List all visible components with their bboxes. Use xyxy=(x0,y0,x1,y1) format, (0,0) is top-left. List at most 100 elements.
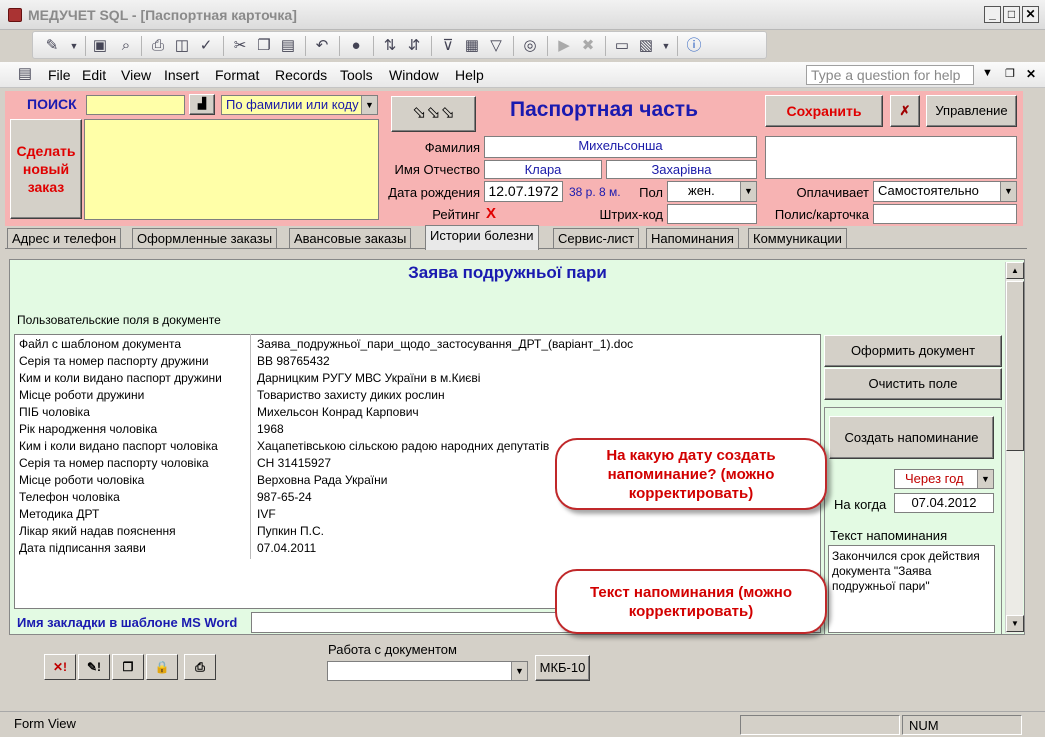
tab-orders[interactable]: Оформленные заказы xyxy=(132,228,278,249)
lock-icon[interactable]: 🔒 xyxy=(146,654,178,680)
file-search-icon[interactable]: ⌕ xyxy=(117,37,135,55)
delete-record-button[interactable]: ✕! xyxy=(44,654,76,680)
when-label: На когда xyxy=(834,497,887,512)
clear-field-button[interactable]: Очистить поле xyxy=(824,368,1002,400)
work-with-document-select[interactable]: ▼ xyxy=(327,661,528,681)
filter-selection-icon[interactable]: ⊽ xyxy=(439,37,457,55)
document-title: Заява подружньої пари xyxy=(408,263,607,282)
barcode-field[interactable] xyxy=(667,204,757,224)
reminder-date-field[interactable]: 07.04.2012 xyxy=(894,493,994,513)
search-mode-select[interactable]: По фамилии или коду ▼ xyxy=(221,95,378,115)
chevron-down-icon[interactable]: ▼ xyxy=(740,182,756,201)
manage-button[interactable]: Управление xyxy=(926,95,1017,127)
view-dropdown-icon[interactable]: ▼ xyxy=(65,37,83,55)
status-cell xyxy=(740,715,900,735)
navigate-arrows-button[interactable]: ⬂⬂⬂ xyxy=(391,96,476,132)
menu-edit[interactable]: Edit xyxy=(82,67,106,83)
cut-icon[interactable]: ✂ xyxy=(231,37,249,55)
notes-field[interactable] xyxy=(765,136,1017,179)
paste-icon[interactable]: ▤ xyxy=(279,37,297,55)
chevron-down-icon[interactable]: ▼ xyxy=(1000,182,1016,201)
rating-label: Рейтинг xyxy=(432,207,480,222)
find-icon[interactable]: ◎ xyxy=(521,37,539,55)
menu-file[interactable]: File xyxy=(48,67,71,83)
design-view-icon[interactable]: ✎ xyxy=(43,37,61,55)
create-reminder-button[interactable]: Создать напоминание xyxy=(829,416,994,459)
menu-insert[interactable]: Insert xyxy=(164,67,199,83)
menu-help[interactable]: Help xyxy=(455,67,484,83)
tab-address[interactable]: Адрес и телефон xyxy=(7,228,122,249)
help-question-input[interactable]: Type a question for help xyxy=(806,65,974,85)
policy-field[interactable] xyxy=(873,204,1017,224)
vertical-scrollbar[interactable]: ▲ ▼ xyxy=(1005,262,1024,633)
database-window-icon[interactable]: ▭ xyxy=(613,37,631,55)
print-preview-icon[interactable]: ◫ xyxy=(173,37,191,55)
print-icon[interactable]: ⎙ xyxy=(149,37,167,55)
scroll-thumb[interactable] xyxy=(1006,281,1024,451)
close-child-icon[interactable]: ✕ xyxy=(1026,67,1036,81)
new-record-icon[interactable]: ▶ xyxy=(555,37,573,55)
text-callout: Текст напоминания (можно корректировать) xyxy=(555,569,827,634)
payer-select[interactable]: Самостоятельно ▼ xyxy=(873,181,1017,202)
work-with-document-label: Работа с документом xyxy=(328,642,457,657)
surname-field[interactable]: Михельсонша xyxy=(484,136,757,158)
tab-service-list[interactable]: Сервис-лист xyxy=(553,228,640,249)
barcode-label: Штрих-код xyxy=(599,207,663,222)
new-object-icon[interactable]: ▧ xyxy=(637,37,655,55)
tab-advance-orders[interactable]: Авансовые заказы xyxy=(289,228,412,249)
search-input[interactable] xyxy=(86,95,185,115)
help-dropdown-icon[interactable]: ▼ xyxy=(982,67,993,79)
save-button[interactable]: Сохранить xyxy=(765,95,883,127)
delete-icon[interactable]: ✗ xyxy=(890,95,920,127)
chevron-down-icon[interactable]: ▼ xyxy=(977,470,993,488)
scroll-up-icon[interactable]: ▲ xyxy=(1006,262,1024,279)
sex-select[interactable]: жен. ▼ xyxy=(667,181,757,202)
print-button[interactable]: ⎙ xyxy=(184,654,216,680)
help-icon[interactable]: ⓘ xyxy=(685,37,703,55)
mkb10-button[interactable]: МКБ-10 xyxy=(535,655,590,681)
tab-communications[interactable]: Коммуникации xyxy=(748,228,847,249)
undo-icon[interactable]: ↶ xyxy=(313,37,331,55)
sort-descending-icon[interactable]: ⇵ xyxy=(405,37,423,55)
copy-icon[interactable]: ❐ xyxy=(255,37,273,55)
sort-ascending-icon[interactable]: ⇅ xyxy=(381,37,399,55)
patronymic-field[interactable]: Захарівна xyxy=(606,160,757,179)
save-icon[interactable]: ▣ xyxy=(91,37,109,55)
close-button[interactable]: ✕ xyxy=(1022,6,1039,23)
tab-medical-history[interactable]: Истории болезни xyxy=(425,225,539,250)
delete-record-icon[interactable]: ✖ xyxy=(579,37,597,55)
minimize-button[interactable]: _ xyxy=(984,6,1001,23)
name-label: Имя Отчество xyxy=(394,162,480,177)
new-object-dropdown-icon[interactable]: ▼ xyxy=(657,37,675,55)
apply-filter-icon[interactable]: ▽ xyxy=(487,37,505,55)
reminder-period-select[interactable]: Через год ▼ xyxy=(894,469,994,489)
menu-tools[interactable]: Tools xyxy=(340,67,373,83)
restore-child-icon[interactable]: ❐ xyxy=(1005,67,1015,80)
app-icon xyxy=(8,8,22,22)
menu-records[interactable]: Records xyxy=(275,67,327,83)
menu-view[interactable]: View xyxy=(121,67,151,83)
chevron-down-icon[interactable]: ▼ xyxy=(511,662,527,680)
search-binoculars-button[interactable]: ▟ xyxy=(189,94,215,115)
filter-form-icon[interactable]: ▦ xyxy=(463,37,481,55)
form-icon[interactable]: ▤ xyxy=(16,65,34,83)
copy-record-button[interactable]: ❐ xyxy=(112,654,144,680)
maximize-button[interactable]: □ xyxy=(1003,6,1020,23)
dob-field[interactable]: 12.07.1972 xyxy=(484,181,563,202)
edit-record-button[interactable]: ✎! xyxy=(78,654,110,680)
scroll-down-icon[interactable]: ▼ xyxy=(1006,615,1024,632)
spelling-icon[interactable]: ✓ xyxy=(197,37,215,55)
dob-label: Дата рождения xyxy=(388,185,480,200)
make-document-button[interactable]: Оформить документ xyxy=(824,335,1002,367)
reminder-text-area[interactable]: Закончился срок действия документа "Заяв… xyxy=(828,545,995,633)
menu-format[interactable]: Format xyxy=(215,67,259,83)
first-name-field[interactable]: Клара xyxy=(484,160,602,179)
fields-caption: Пользовательские поля в документе xyxy=(17,313,221,327)
tab-reminders[interactable]: Напоминания xyxy=(646,228,739,249)
status-bar: Form View NUM xyxy=(0,711,1045,737)
chevron-down-icon[interactable]: ▼ xyxy=(361,96,377,114)
hyperlink-icon[interactable]: ● xyxy=(347,37,365,55)
search-results-list[interactable] xyxy=(84,119,379,220)
menu-window[interactable]: Window xyxy=(389,67,439,83)
new-order-button[interactable]: Сделать новый заказ xyxy=(10,119,82,219)
